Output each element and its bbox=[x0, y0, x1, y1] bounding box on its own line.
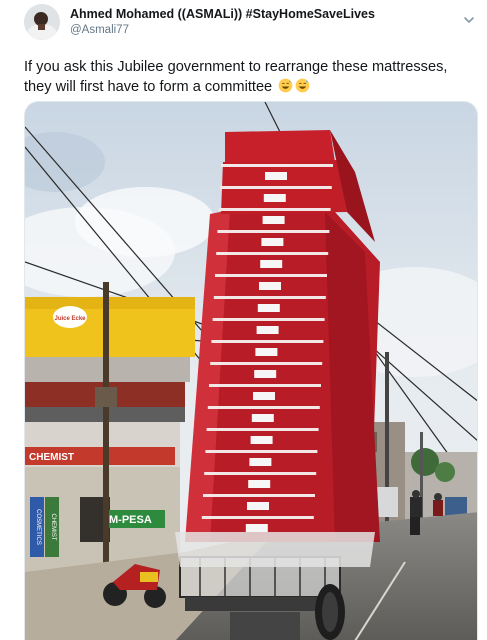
mattress-label bbox=[253, 392, 275, 400]
mattress-edge bbox=[212, 318, 325, 321]
mattress-edge bbox=[215, 274, 327, 277]
mattress-label bbox=[245, 524, 268, 532]
avatar[interactable] bbox=[24, 4, 60, 40]
tweet-text-line-1: If you ask this Jubilee government to re… bbox=[24, 59, 448, 75]
mattress-label bbox=[261, 238, 284, 246]
mattress-label bbox=[250, 436, 273, 444]
mattress-label bbox=[263, 194, 286, 202]
mattress-edge bbox=[219, 186, 332, 189]
mattress-edge bbox=[207, 406, 320, 409]
mattress-edge bbox=[204, 472, 317, 475]
mattress-edge bbox=[216, 252, 329, 255]
vertical-sign-1: COSMETICS bbox=[35, 509, 41, 545]
mattress-label bbox=[247, 502, 269, 510]
mattress-label bbox=[254, 370, 277, 378]
mattress-label bbox=[262, 216, 285, 224]
mattress-label bbox=[255, 348, 278, 356]
mattress-edge bbox=[210, 362, 323, 365]
photo-scene: Juice Ecke CHEMIST COSMETICS CHEMIST M-P… bbox=[25, 102, 477, 640]
mattress-label bbox=[260, 260, 283, 268]
mattress-edge bbox=[213, 296, 326, 299]
mattress-label bbox=[265, 172, 287, 180]
tweet-header: Ahmed Mohamed ((ASMALi)) #StayHomeSaveLi… bbox=[0, 0, 487, 52]
mattress-edge bbox=[217, 230, 330, 233]
chevron-down-icon[interactable] bbox=[462, 13, 476, 27]
mattress-edge bbox=[206, 428, 319, 431]
mattress-edge bbox=[201, 516, 314, 519]
grinning-sweat-emoji-icon bbox=[278, 78, 293, 93]
vertical-sign-2: CHEMIST bbox=[50, 514, 56, 541]
mattress-label bbox=[251, 414, 274, 422]
tweet-text-line-2: they will first have to form a committee bbox=[24, 77, 474, 97]
tweet-photo[interactable]: Juice Ecke CHEMIST COSMETICS CHEMIST M-P… bbox=[24, 101, 478, 640]
mpesa-sign-text: M-PESA bbox=[109, 514, 152, 526]
mattress-edge bbox=[218, 208, 331, 211]
chemist-sign-text: CHEMIST bbox=[29, 452, 74, 463]
mattress-label bbox=[248, 480, 271, 488]
mattress-label bbox=[259, 282, 281, 290]
mattress-label bbox=[256, 326, 279, 334]
mattress-label bbox=[257, 304, 280, 312]
mattress-edge bbox=[211, 340, 324, 343]
mattress-edge bbox=[209, 384, 321, 387]
mattress-label bbox=[249, 458, 272, 466]
tweet-text: If you ask this Jubilee government to re… bbox=[24, 57, 474, 97]
author-handle[interactable]: @Asmali77 bbox=[70, 24, 129, 36]
mattress-edge bbox=[203, 494, 315, 497]
mattress-edge bbox=[221, 164, 333, 167]
tweet-text-line-2-text: they will first have to form a committee bbox=[24, 79, 273, 95]
mattress-edge bbox=[205, 450, 318, 453]
grinning-sweat-emoji-icon bbox=[295, 78, 310, 93]
author-display-name[interactable]: Ahmed Mohamed ((ASMALi)) #StayHomeSaveLi… bbox=[70, 7, 375, 21]
juice-sign-text: Juice Ecke bbox=[54, 316, 86, 322]
